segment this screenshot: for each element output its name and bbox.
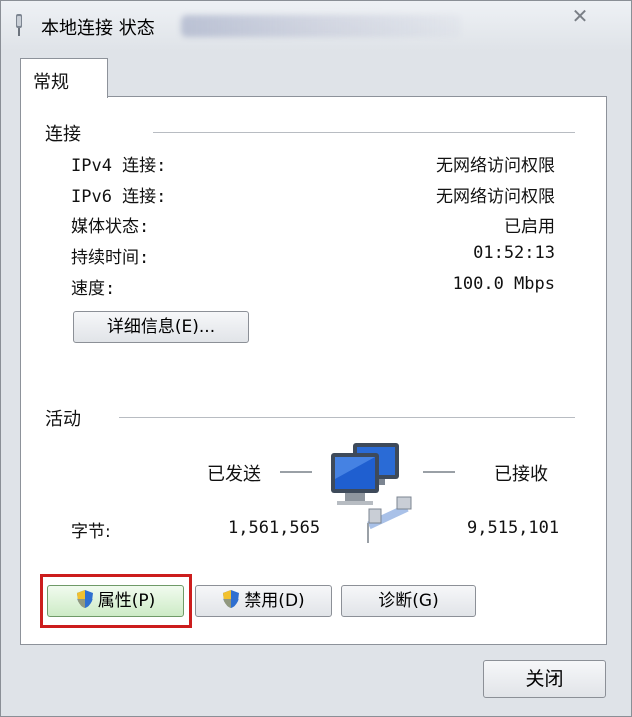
connection-section-label: 连接	[45, 124, 81, 145]
bytes-received-value: 9,515,101	[467, 518, 560, 538]
activity-divider	[119, 417, 575, 418]
activity-section-label: 活动	[45, 409, 81, 430]
duration-value: 01:52:13	[473, 243, 555, 263]
network-connection-icon	[16, 14, 22, 36]
window-title: 本地连接 状态	[41, 18, 155, 39]
ipv6-label: IPv6 连接:	[71, 187, 167, 207]
ipv6-value: 无网络访问权限	[436, 187, 555, 207]
shield-icon	[76, 590, 93, 608]
duration-label: 持续时间:	[71, 248, 150, 268]
diagnose-button[interactable]: 诊断(G)	[341, 585, 476, 617]
status-dialog: 本地连接 状态 ✕ 常规 连接 IPv4 连接: 无网络访问权限 IPv6 连接…	[0, 0, 632, 717]
media-state-value: 已启用	[504, 217, 555, 237]
tab-general[interactable]: 常规	[20, 58, 108, 98]
speed-value: 100.0 Mbps	[452, 274, 555, 294]
blurred-title-region	[181, 15, 461, 37]
ipv4-label: IPv4 连接:	[71, 156, 167, 176]
speed-label: 速度:	[71, 279, 116, 299]
received-label: 已接收	[494, 464, 548, 485]
sent-dash	[280, 471, 312, 473]
network-computers-icon	[331, 443, 412, 543]
bytes-sent-value: 1,561,565	[228, 518, 321, 538]
bytes-label: 字节:	[71, 522, 111, 542]
properties-button[interactable]: 属性(P)	[47, 585, 184, 617]
ipv4-value: 无网络访问权限	[436, 156, 555, 176]
disable-button[interactable]: 禁用(D)	[195, 585, 332, 617]
general-panel	[20, 96, 607, 645]
sent-label: 已发送	[207, 464, 261, 485]
close-button[interactable]: 关闭	[483, 660, 606, 698]
details-button[interactable]: 详细信息(E)...	[73, 311, 249, 343]
shield-icon	[223, 590, 240, 608]
properties-button-label: 属性(P)	[97, 591, 156, 611]
media-state-label: 媒体状态:	[71, 217, 150, 237]
title-bar: 本地连接 状态 ✕	[1, 1, 631, 51]
connection-divider	[153, 132, 575, 133]
tab-general-label: 常规	[33, 72, 69, 93]
received-dash	[423, 471, 455, 473]
disable-button-label: 禁用(D)	[244, 591, 305, 611]
close-icon[interactable]: ✕	[567, 5, 593, 27]
